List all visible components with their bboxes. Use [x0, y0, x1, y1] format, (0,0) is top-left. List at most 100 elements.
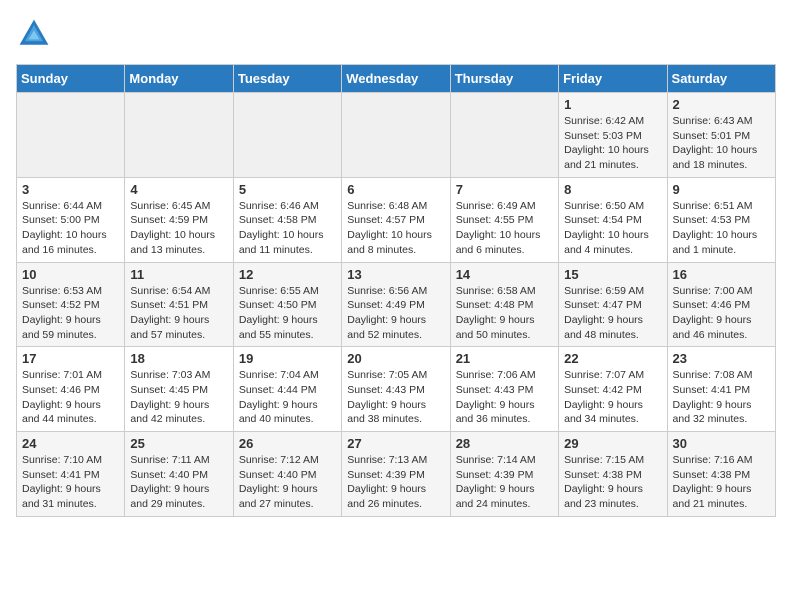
calendar-cell: 6 Sunrise: 6:48 AM Sunset: 4:57 PM Daylig… — [342, 177, 450, 262]
day-info: Sunrise: 7:14 AM Sunset: 4:39 PM Dayligh… — [456, 453, 553, 512]
calendar-week-row: 1 Sunrise: 6:42 AM Sunset: 5:03 PM Daylig… — [17, 93, 776, 178]
page-header — [16, 16, 776, 52]
day-info: Sunrise: 7:00 AM Sunset: 4:46 PM Dayligh… — [673, 284, 770, 343]
calendar-cell: 15 Sunrise: 6:59 AM Sunset: 4:47 PM Dayli… — [559, 262, 667, 347]
calendar-cell: 7 Sunrise: 6:49 AM Sunset: 4:55 PM Daylig… — [450, 177, 558, 262]
calendar-cell: 5 Sunrise: 6:46 AM Sunset: 4:58 PM Daylig… — [233, 177, 341, 262]
calendar-cell: 29Sunrise: 7:15 AM Sunset: 4:38 PM Dayli… — [559, 432, 667, 517]
calendar-cell: 22 Sunrise: 7:07 AM Sunset: 4:42 PM Dayli… — [559, 347, 667, 432]
day-number: 25 — [130, 436, 227, 451]
calendar-cell: 12 Sunrise: 6:55 AM Sunset: 4:50 PM Dayli… — [233, 262, 341, 347]
calendar-cell: 30 Sunrise: 7:16 AM Sunset: 4:38 PM Dayli… — [667, 432, 775, 517]
day-number: 6 — [347, 182, 444, 197]
calendar-cell — [342, 93, 450, 178]
calendar-cell: 1 Sunrise: 6:42 AM Sunset: 5:03 PM Daylig… — [559, 93, 667, 178]
calendar-cell: 10 Sunrise: 6:53 AM Sunset: 4:52 PM Dayli… — [17, 262, 125, 347]
day-info: Sunrise: 6:59 AM Sunset: 4:47 PM Dayligh… — [564, 284, 661, 343]
calendar-cell: 16 Sunrise: 7:00 AM Sunset: 4:46 PM Dayli… — [667, 262, 775, 347]
day-info: Sunrise: 6:46 AM Sunset: 4:58 PM Dayligh… — [239, 199, 336, 258]
calendar-cell: 13 Sunrise: 6:56 AM Sunset: 4:49 PM Dayli… — [342, 262, 450, 347]
weekday-header: Saturday — [667, 65, 775, 93]
calendar-cell — [233, 93, 341, 178]
calendar-cell: 24 Sunrise: 7:10 AM Sunset: 4:41 PM Dayli… — [17, 432, 125, 517]
day-number: 30 — [673, 436, 770, 451]
day-number: 12 — [239, 267, 336, 282]
day-number: 15 — [564, 267, 661, 282]
day-number: 13 — [347, 267, 444, 282]
day-number: 28 — [456, 436, 553, 451]
weekday-header: Sunday — [17, 65, 125, 93]
calendar-table: SundayMondayTuesdayWednesdayThursdayFrid… — [16, 64, 776, 517]
calendar-cell: 4Sunrise: 6:45 AM Sunset: 4:59 PM Daylig… — [125, 177, 233, 262]
day-info: Sunrise: 6:50 AM Sunset: 4:54 PM Dayligh… — [564, 199, 661, 258]
weekday-header: Tuesday — [233, 65, 341, 93]
day-info: Sunrise: 6:45 AM Sunset: 4:59 PM Dayligh… — [130, 199, 227, 258]
day-info: Sunrise: 6:54 AM Sunset: 4:51 PM Dayligh… — [130, 284, 227, 343]
day-number: 7 — [456, 182, 553, 197]
logo-icon — [16, 16, 52, 52]
day-number: 23 — [673, 351, 770, 366]
calendar-cell: 21 Sunrise: 7:06 AM Sunset: 4:43 PM Dayli… — [450, 347, 558, 432]
day-number: 22 — [564, 351, 661, 366]
day-info: Sunrise: 7:12 AM Sunset: 4:40 PM Dayligh… — [239, 453, 336, 512]
calendar-cell: 17 Sunrise: 7:01 AM Sunset: 4:46 PM Dayli… — [17, 347, 125, 432]
calendar-cell: 26 Sunrise: 7:12 AM Sunset: 4:40 PM Dayli… — [233, 432, 341, 517]
calendar-cell: 2 Sunrise: 6:43 AM Sunset: 5:01 PM Daylig… — [667, 93, 775, 178]
calendar-week-row: 24 Sunrise: 7:10 AM Sunset: 4:41 PM Dayli… — [17, 432, 776, 517]
day-number: 9 — [673, 182, 770, 197]
day-number: 3 — [22, 182, 119, 197]
day-info: Sunrise: 6:42 AM Sunset: 5:03 PM Dayligh… — [564, 114, 661, 173]
day-info: Sunrise: 7:10 AM Sunset: 4:41 PM Dayligh… — [22, 453, 119, 512]
calendar-cell: 28 Sunrise: 7:14 AM Sunset: 4:39 PM Dayli… — [450, 432, 558, 517]
day-number: 18 — [130, 351, 227, 366]
day-info: Sunrise: 7:15 AM Sunset: 4:38 PM Dayligh… — [564, 453, 661, 512]
calendar-week-row: 3 Sunrise: 6:44 AM Sunset: 5:00 PM Daylig… — [17, 177, 776, 262]
calendar-header-row: SundayMondayTuesdayWednesdayThursdayFrid… — [17, 65, 776, 93]
calendar-cell: 18 Sunrise: 7:03 AM Sunset: 4:45 PM Dayli… — [125, 347, 233, 432]
day-number: 14 — [456, 267, 553, 282]
day-number: 24 — [22, 436, 119, 451]
calendar-cell: 11 Sunrise: 6:54 AM Sunset: 4:51 PM Dayli… — [125, 262, 233, 347]
calendar-cell: 25 Sunrise: 7:11 AM Sunset: 4:40 PM Dayli… — [125, 432, 233, 517]
day-info: Sunrise: 7:03 AM Sunset: 4:45 PM Dayligh… — [130, 368, 227, 427]
day-info: Sunrise: 6:49 AM Sunset: 4:55 PM Dayligh… — [456, 199, 553, 258]
day-info: Sunrise: 6:48 AM Sunset: 4:57 PM Dayligh… — [347, 199, 444, 258]
calendar-cell: 14 Sunrise: 6:58 AM Sunset: 4:48 PM Dayli… — [450, 262, 558, 347]
calendar-cell: 19Sunrise: 7:04 AM Sunset: 4:44 PM Dayli… — [233, 347, 341, 432]
day-info: Sunrise: 7:16 AM Sunset: 4:38 PM Dayligh… — [673, 453, 770, 512]
calendar-cell: 9 Sunrise: 6:51 AM Sunset: 4:53 PM Daylig… — [667, 177, 775, 262]
calendar-cell: 20Sunrise: 7:05 AM Sunset: 4:43 PM Dayli… — [342, 347, 450, 432]
day-number: 5 — [239, 182, 336, 197]
day-number: 2 — [673, 97, 770, 112]
day-info: Sunrise: 6:51 AM Sunset: 4:53 PM Dayligh… — [673, 199, 770, 258]
day-info: Sunrise: 6:44 AM Sunset: 5:00 PM Dayligh… — [22, 199, 119, 258]
day-info: Sunrise: 6:56 AM Sunset: 4:49 PM Dayligh… — [347, 284, 444, 343]
day-number: 1 — [564, 97, 661, 112]
day-info: Sunrise: 6:55 AM Sunset: 4:50 PM Dayligh… — [239, 284, 336, 343]
day-number: 26 — [239, 436, 336, 451]
day-info: Sunrise: 6:53 AM Sunset: 4:52 PM Dayligh… — [22, 284, 119, 343]
day-info: Sunrise: 7:05 AM Sunset: 4:43 PM Dayligh… — [347, 368, 444, 427]
calendar-body: 1 Sunrise: 6:42 AM Sunset: 5:03 PM Daylig… — [17, 93, 776, 517]
weekday-header: Friday — [559, 65, 667, 93]
day-number: 10 — [22, 267, 119, 282]
day-info: Sunrise: 7:04 AM Sunset: 4:44 PM Dayligh… — [239, 368, 336, 427]
day-info: Sunrise: 7:06 AM Sunset: 4:43 PM Dayligh… — [456, 368, 553, 427]
day-number: 8 — [564, 182, 661, 197]
day-info: Sunrise: 7:11 AM Sunset: 4:40 PM Dayligh… — [130, 453, 227, 512]
calendar-cell — [17, 93, 125, 178]
calendar-cell: 8 Sunrise: 6:50 AM Sunset: 4:54 PM Daylig… — [559, 177, 667, 262]
day-info: Sunrise: 7:13 AM Sunset: 4:39 PM Dayligh… — [347, 453, 444, 512]
day-info: Sunrise: 6:58 AM Sunset: 4:48 PM Dayligh… — [456, 284, 553, 343]
day-number: 16 — [673, 267, 770, 282]
day-number: 11 — [130, 267, 227, 282]
calendar-cell: 23Sunrise: 7:08 AM Sunset: 4:41 PM Dayli… — [667, 347, 775, 432]
day-number: 21 — [456, 351, 553, 366]
day-info: Sunrise: 6:43 AM Sunset: 5:01 PM Dayligh… — [673, 114, 770, 173]
day-info: Sunrise: 7:07 AM Sunset: 4:42 PM Dayligh… — [564, 368, 661, 427]
calendar-cell: 3 Sunrise: 6:44 AM Sunset: 5:00 PM Daylig… — [17, 177, 125, 262]
day-info: Sunrise: 7:01 AM Sunset: 4:46 PM Dayligh… — [22, 368, 119, 427]
calendar-week-row: 17 Sunrise: 7:01 AM Sunset: 4:46 PM Dayli… — [17, 347, 776, 432]
day-number: 17 — [22, 351, 119, 366]
weekday-header: Thursday — [450, 65, 558, 93]
